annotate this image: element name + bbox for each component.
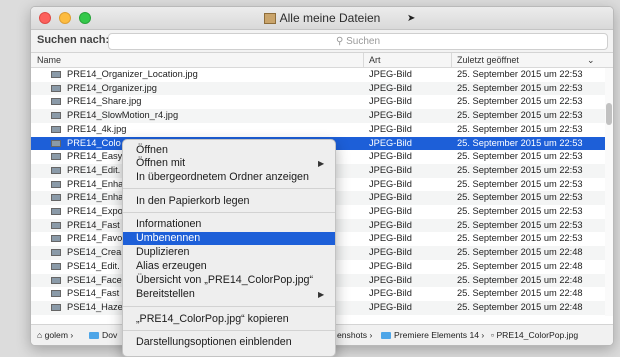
search-input[interactable]: ⚲ Suchen bbox=[108, 33, 608, 50]
menu-item-make-alias[interactable]: Alias erzeugen bbox=[123, 260, 335, 273]
path-home[interactable]: ⌂ golem › bbox=[37, 330, 73, 340]
image-file-icon bbox=[51, 166, 61, 174]
image-file-icon bbox=[51, 71, 61, 78]
mouse-pointer-icon: ➤ bbox=[407, 13, 416, 24]
menu-item-show-view-options[interactable]: Darstellungsoptionen einblenden bbox=[123, 336, 335, 349]
vertical-scrollbar[interactable] bbox=[605, 68, 613, 316]
menu-item-get-info[interactable]: Informationen bbox=[123, 218, 335, 231]
menu-separator bbox=[123, 306, 335, 307]
image-file-icon bbox=[51, 125, 61, 133]
column-header: Name Art Zuletzt geöffnet ⌄ bbox=[31, 53, 613, 68]
folder-icon bbox=[89, 332, 99, 339]
image-file-icon bbox=[51, 249, 61, 257]
image-file-icon bbox=[51, 290, 61, 298]
window-title: Alle meine Dateien bbox=[279, 11, 381, 25]
image-file-icon bbox=[51, 194, 61, 202]
table-row[interactable]: PRE14_Organizer_Location.jpg JPEG-Bild 25.… bbox=[31, 68, 605, 82]
scrollbar-thumb[interactable] bbox=[606, 103, 612, 125]
search-bar: Suchen nach: ⚲ Suchen bbox=[31, 30, 613, 53]
image-file-icon bbox=[51, 139, 61, 147]
image-file-icon bbox=[51, 262, 61, 270]
menu-item-share[interactable]: Bereitstellen ▶ bbox=[123, 288, 335, 301]
menu-separator bbox=[123, 188, 335, 189]
window-title-area: Alle meine Dateien bbox=[31, 11, 613, 25]
home-icon: ⌂ bbox=[37, 330, 43, 340]
image-file-icon: ▫ bbox=[491, 330, 495, 340]
image-file-icon bbox=[51, 153, 61, 161]
search-placeholder: Suchen bbox=[346, 36, 381, 47]
image-file-icon bbox=[51, 98, 61, 106]
path-file[interactable]: ▫ PRE14_ColorPop.jpg bbox=[491, 330, 578, 340]
image-file-icon bbox=[51, 112, 61, 120]
table-row[interactable]: PRE14_SlowMotion_r4.jpg JPEG-Bild 25. Sept… bbox=[31, 109, 605, 123]
image-file-icon bbox=[51, 84, 61, 92]
image-file-icon bbox=[51, 208, 61, 215]
path-segment[interactable]: enshots › bbox=[337, 330, 372, 340]
path-segment[interactable]: Premiere Elements 14 › bbox=[381, 330, 484, 340]
menu-item-open[interactable]: Öffnen bbox=[123, 144, 335, 157]
folder-icon bbox=[381, 332, 391, 339]
image-file-icon bbox=[51, 303, 61, 311]
menu-item-rename[interactable]: Umbenennen bbox=[123, 232, 335, 245]
image-file-icon bbox=[51, 235, 61, 243]
context-menu: Öffnen Öffnen mit ▶ In übergeordnetem Ord… bbox=[122, 139, 336, 357]
menu-separator bbox=[123, 330, 335, 331]
menu-separator bbox=[123, 212, 335, 213]
column-kind[interactable]: Art bbox=[369, 55, 381, 65]
search-icon: ⚲ bbox=[335, 36, 344, 47]
table-row[interactable]: PRE14_Share.jpg JPEG-Bild 25. September 20… bbox=[31, 95, 605, 109]
menu-item-open-with[interactable]: Öffnen mit ▶ bbox=[123, 157, 335, 170]
table-row[interactable]: PRE14_Organizer.jpg JPEG-Bild 25. Septembe… bbox=[31, 81, 605, 96]
search-label: Suchen nach: bbox=[37, 34, 110, 46]
image-file-icon bbox=[51, 180, 61, 188]
menu-item-copy[interactable]: „PRE14_ColorPop.jpg“ kopieren bbox=[123, 313, 335, 326]
path-segment[interactable]: Dov bbox=[89, 330, 117, 340]
sort-chevron-down-icon[interactable]: ⌄ bbox=[587, 55, 595, 66]
menu-item-duplicate[interactable]: Duplizieren bbox=[123, 246, 335, 259]
menu-item-show-in-enclosing-folder[interactable]: In übergeordnetem Ordner anzeigen bbox=[123, 171, 335, 184]
all-files-icon bbox=[263, 13, 276, 24]
column-last-opened[interactable]: Zuletzt geöffnet bbox=[457, 55, 519, 65]
submenu-arrow-icon: ▶ bbox=[318, 290, 325, 299]
title-bar: Alle meine Dateien ➤ bbox=[31, 7, 613, 30]
menu-item-quick-look[interactable]: Übersicht von „PRE14_ColorPop.jpg“ bbox=[123, 274, 335, 287]
table-row[interactable]: PRE14_4k.jpg JPEG-Bild 25. September 2015 … bbox=[31, 123, 605, 137]
menu-item-move-to-trash[interactable]: In den Papierkorb legen bbox=[123, 195, 335, 208]
image-file-icon bbox=[51, 221, 61, 229]
image-file-icon bbox=[51, 276, 61, 284]
submenu-arrow-icon: ▶ bbox=[318, 159, 325, 168]
column-name[interactable]: Name bbox=[37, 55, 61, 65]
